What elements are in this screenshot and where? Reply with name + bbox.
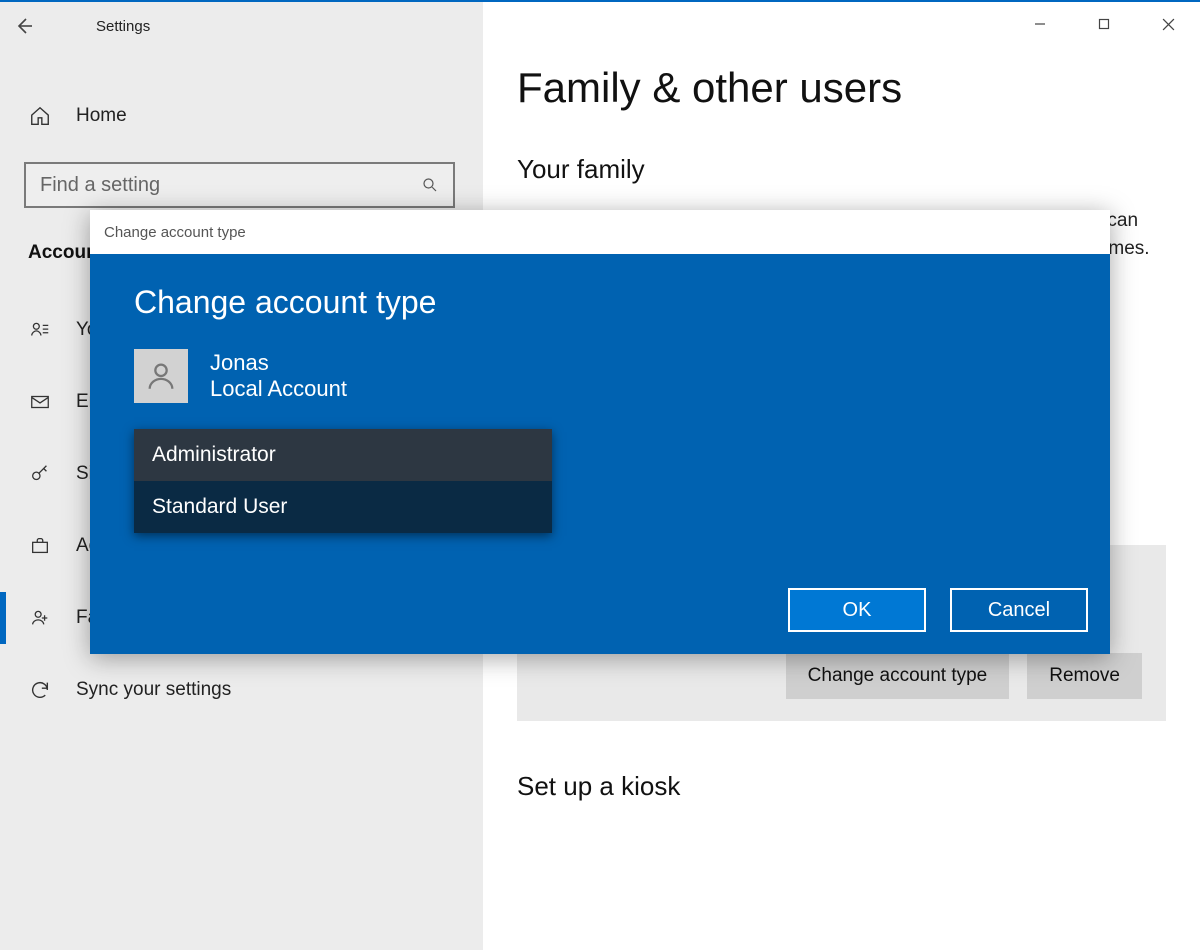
account-type-dropdown[interactable]: Administrator Standard User bbox=[134, 429, 552, 533]
cancel-button[interactable]: Cancel bbox=[950, 588, 1088, 632]
email-icon bbox=[28, 391, 52, 413]
change-account-type-button[interactable]: Change account type bbox=[786, 653, 1010, 699]
sidebar-home-label: Home bbox=[76, 105, 127, 127]
sidebar-home[interactable]: Home bbox=[0, 88, 483, 144]
back-arrow-icon bbox=[14, 16, 34, 36]
dialog-titlebar[interactable]: Change account type bbox=[90, 210, 1110, 254]
dialog-user-name: Jonas bbox=[210, 350, 347, 376]
search-input[interactable] bbox=[40, 174, 421, 197]
minimize-icon bbox=[1034, 18, 1046, 30]
dialog-avatar bbox=[134, 349, 188, 403]
minimize-button[interactable] bbox=[1008, 2, 1072, 46]
briefcase-icon bbox=[28, 535, 52, 557]
window-titlebar: Settings bbox=[0, 2, 483, 50]
close-icon bbox=[1162, 18, 1175, 31]
change-account-type-dialog: Change account type Change account type … bbox=[90, 210, 1110, 654]
maximize-icon bbox=[1098, 18, 1110, 30]
dropdown-option-administrator[interactable]: Administrator bbox=[134, 429, 552, 481]
kiosk-heading: Set up a kiosk bbox=[517, 771, 1200, 802]
dialog-heading: Change account type bbox=[134, 284, 1066, 321]
sidebar-item-sync[interactable]: Sync your settings bbox=[0, 654, 483, 726]
window-buttons bbox=[1008, 2, 1200, 46]
dropdown-option-standard-user[interactable]: Standard User bbox=[134, 481, 552, 533]
back-button[interactable] bbox=[0, 16, 48, 36]
window-title: Settings bbox=[96, 18, 150, 35]
maximize-button[interactable] bbox=[1072, 2, 1136, 46]
remove-user-button[interactable]: Remove bbox=[1027, 653, 1142, 699]
your-info-icon bbox=[28, 319, 52, 341]
page-title: Family & other users bbox=[517, 64, 1200, 112]
sidebar-item-label: Sync your settings bbox=[76, 679, 231, 701]
sync-icon bbox=[28, 679, 52, 701]
search-icon bbox=[421, 176, 439, 194]
key-icon bbox=[28, 463, 52, 485]
family-icon bbox=[28, 607, 52, 629]
dialog-user-subtitle: Local Account bbox=[210, 376, 347, 402]
person-icon bbox=[144, 359, 178, 393]
search-settings[interactable] bbox=[24, 162, 455, 208]
home-icon bbox=[28, 105, 52, 127]
close-button[interactable] bbox=[1136, 2, 1200, 46]
dialog-user-row: Jonas Local Account bbox=[134, 349, 1066, 403]
family-heading: Your family bbox=[517, 154, 1200, 185]
ok-button[interactable]: OK bbox=[788, 588, 926, 632]
